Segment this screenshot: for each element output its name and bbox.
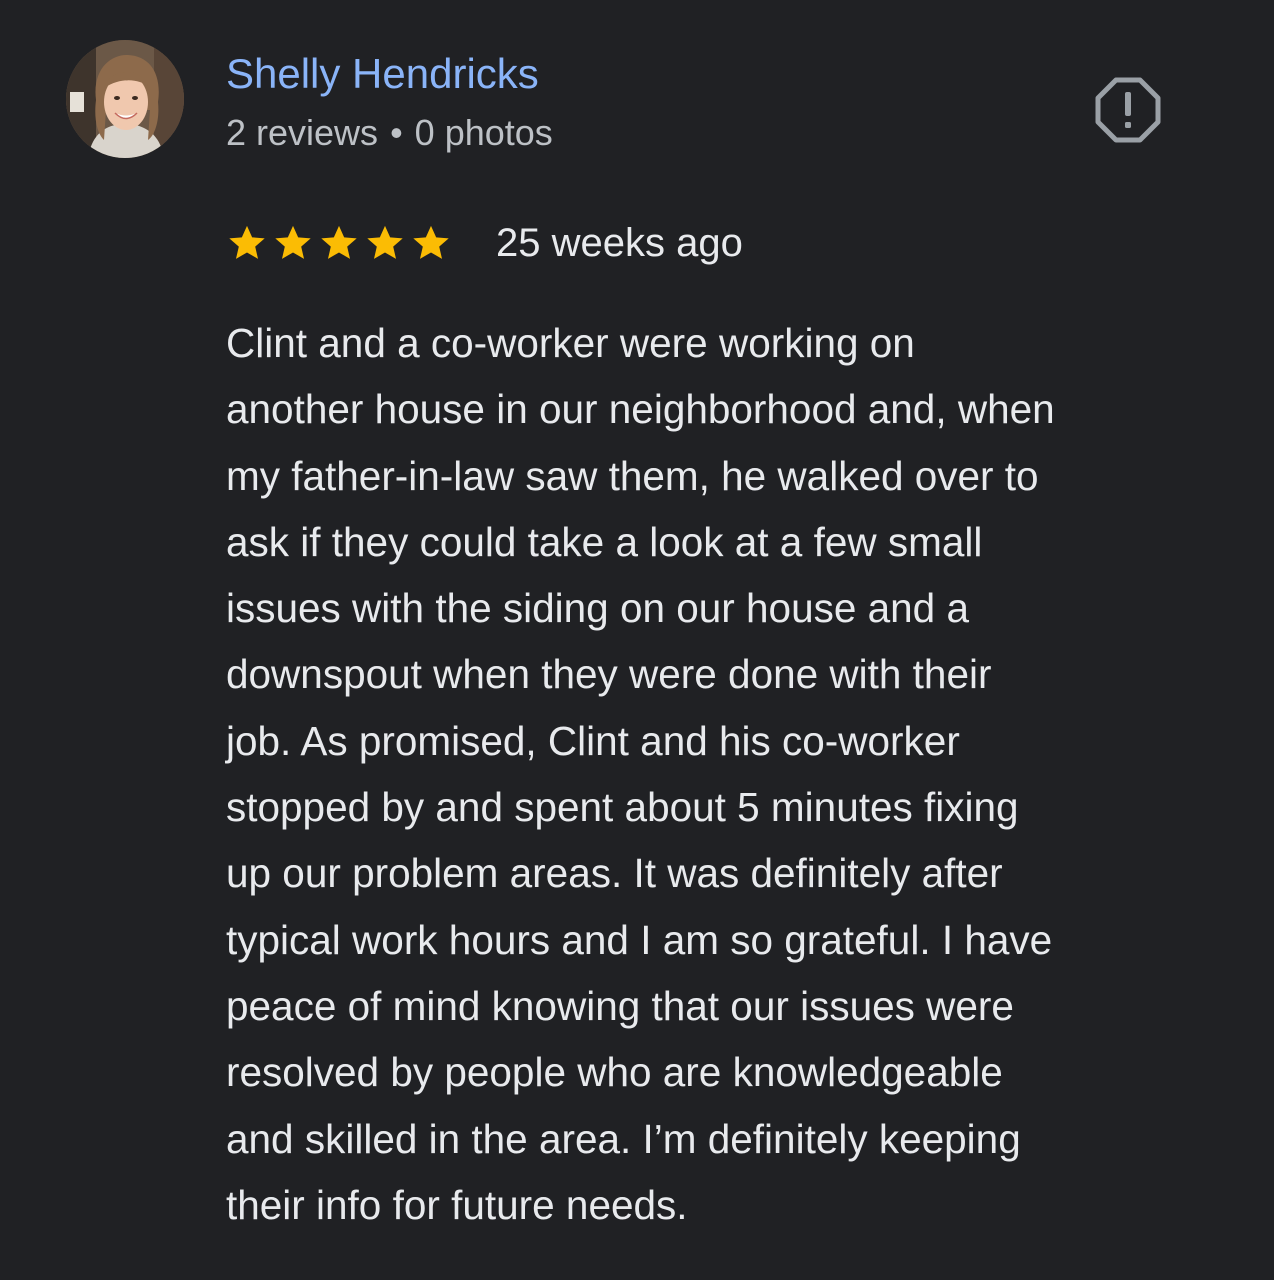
review-time: 25 weeks ago bbox=[496, 221, 743, 265]
review-text: Clint and a co-worker were working on ano… bbox=[226, 310, 1226, 1238]
review-text-line: my father-in-law saw them, he walked ove… bbox=[226, 452, 1039, 499]
review-text-line: stopped by and spent about 5 minutes fix… bbox=[226, 784, 1019, 831]
review-text-line: peace of mind knowing that our issues we… bbox=[226, 982, 1014, 1029]
reviewer-stats: 2 reviews • 0 photos bbox=[226, 110, 553, 156]
review-text-line: job. As promised, Clint and his co-worke… bbox=[226, 717, 960, 764]
report-review-button[interactable] bbox=[1094, 76, 1162, 144]
reviews-count: 2 reviews bbox=[226, 112, 379, 153]
meta-separator: • bbox=[390, 112, 403, 153]
review-text-line: their info for future needs. bbox=[226, 1181, 688, 1228]
review-text-line: another house in our neighborhood and, w… bbox=[226, 386, 1055, 433]
star-rating bbox=[226, 222, 452, 264]
star-icon bbox=[367, 225, 403, 259]
review-text-line: issues with the siding on our house and … bbox=[226, 585, 969, 632]
photos-count: 0 photos bbox=[414, 112, 553, 153]
review-text-line: resolved by people who are knowledgeable bbox=[226, 1049, 1003, 1096]
star-icon bbox=[275, 225, 311, 259]
report-icon bbox=[1095, 77, 1161, 143]
rating-row: 25 weeks ago bbox=[226, 218, 743, 268]
review-text-line: and skilled in the area. I’m definitely … bbox=[226, 1115, 1021, 1162]
avatar-photo-image bbox=[66, 40, 184, 158]
review-text-line: up our problem areas. It was definitely … bbox=[226, 850, 1003, 897]
review-text-line: downspout when they were done with their bbox=[226, 651, 992, 698]
star-icon bbox=[321, 225, 357, 259]
star-icon bbox=[413, 225, 449, 259]
review-card: Shelly Hendricks 2 reviews • 0 photos 25 w… bbox=[0, 0, 1274, 1280]
review-text-line: Clint and a co-worker were working on bbox=[226, 320, 915, 366]
star-icon bbox=[229, 225, 265, 259]
review-text-line: ask if they could take a look at a few s… bbox=[226, 518, 983, 565]
review-text-line: typical work hours and I am so grateful.… bbox=[226, 916, 1053, 963]
reviewer-name[interactable]: Shelly Hendricks bbox=[226, 48, 539, 100]
reviewer-avatar[interactable] bbox=[66, 40, 184, 158]
